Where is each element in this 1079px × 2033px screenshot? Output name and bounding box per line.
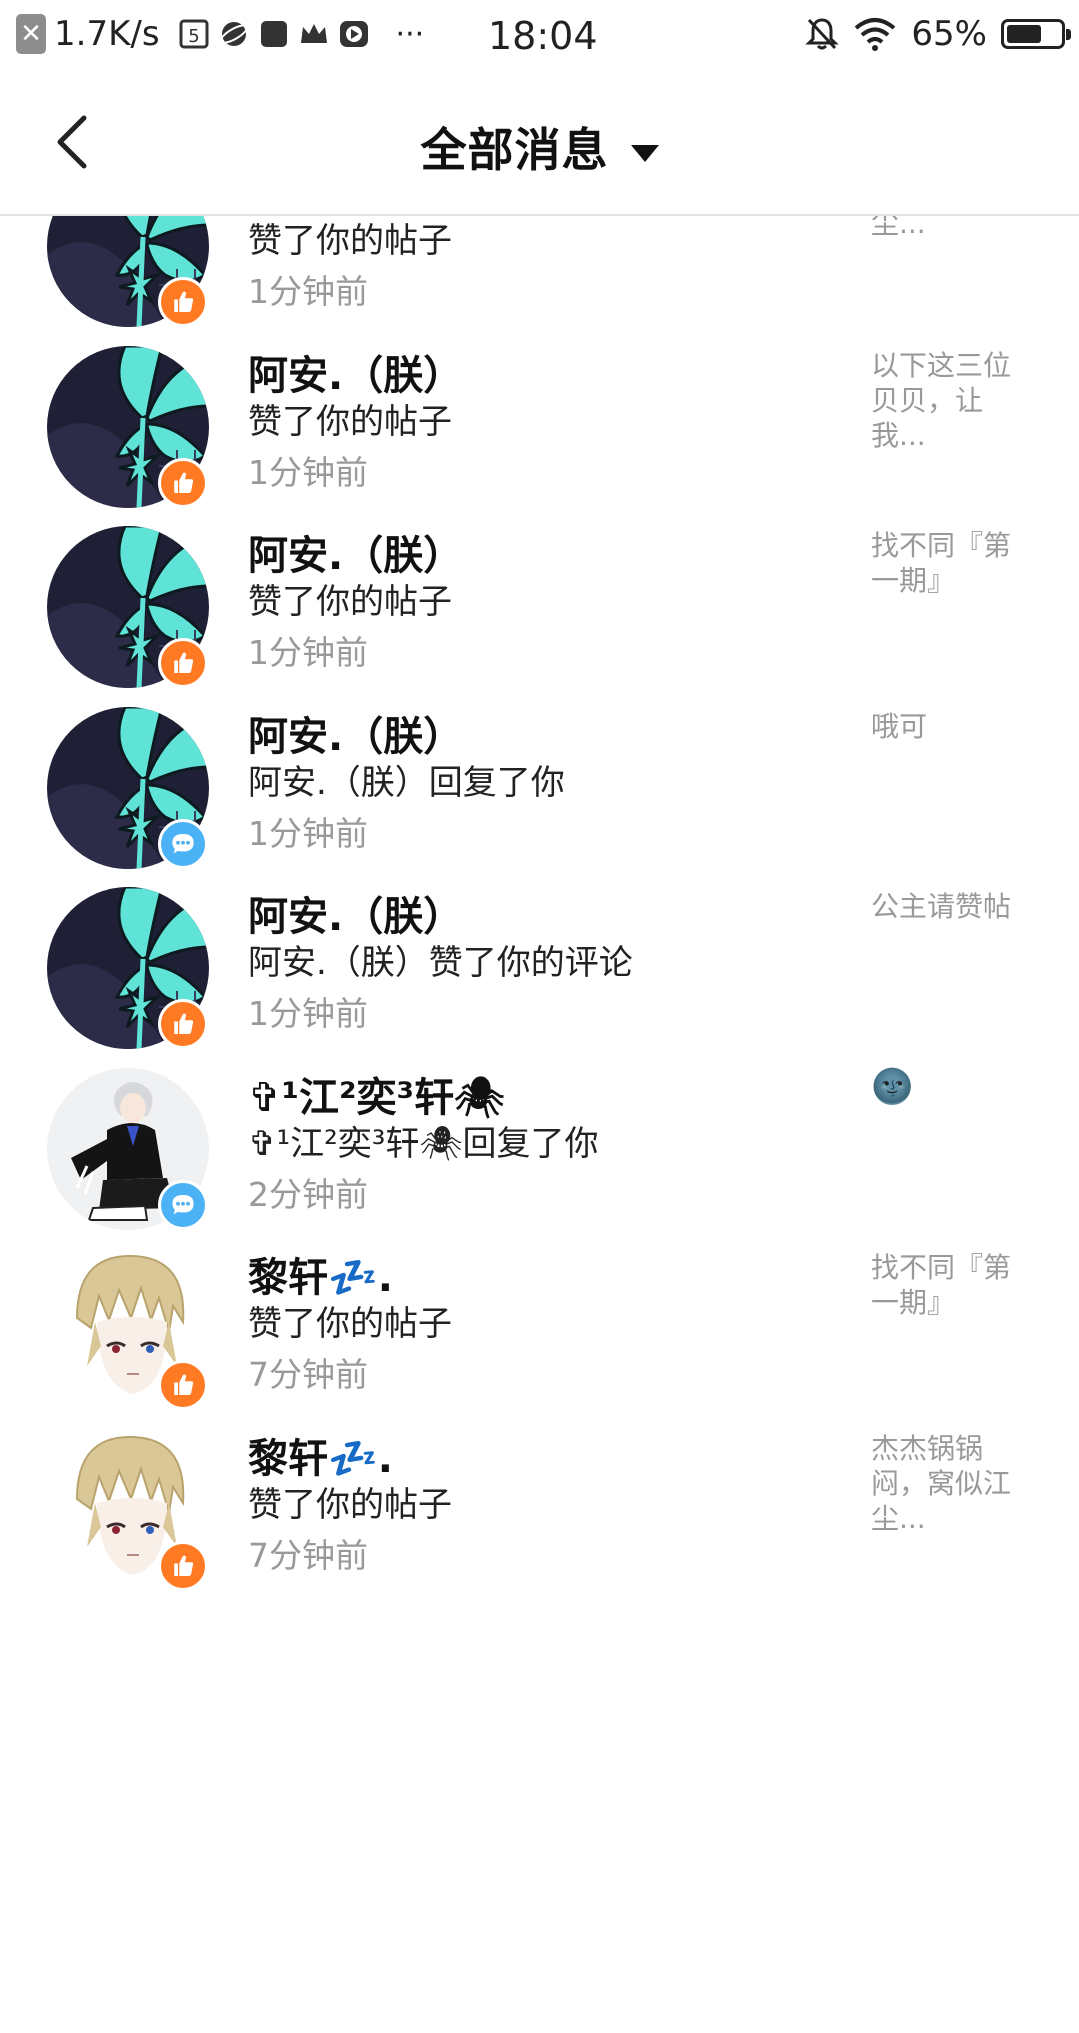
message-filter-dropdown[interactable]: 全部消息 — [0, 114, 1079, 180]
thumbs-up-icon — [158, 638, 208, 688]
post-preview[interactable]: 哦可 — [871, 709, 1031, 744]
post-preview[interactable]: 以下这三位贝贝，让我... — [871, 348, 1031, 453]
thumbs-up-icon — [158, 999, 208, 1049]
chat-bubble-icon — [158, 818, 208, 869]
sender-name[interactable]: ✞¹江²奕³轩🕷 — [248, 1065, 505, 1123]
post-preview[interactable]: 找不同『第一期』 — [871, 1250, 1031, 1320]
clock: 18:04 — [488, 14, 598, 58]
chat-bubble-icon — [158, 1179, 208, 1230]
crown-icon — [300, 24, 327, 43]
caret-down-icon — [630, 145, 659, 162]
app-notification-icon: 5 — [179, 19, 209, 49]
message-time: 1分钟前 — [248, 813, 368, 853]
header: 全部消息 — [0, 72, 1079, 216]
planet-icon — [219, 22, 248, 46]
message-time: 1分钟前 — [248, 452, 368, 492]
message-action: 阿安.（朕）赞了你的评论 — [248, 943, 633, 983]
thumbs-up-icon — [158, 457, 208, 508]
message-action: 赞了你的帖子 — [248, 1484, 452, 1525]
sender-name[interactable]: 黎轩💤. — [248, 1426, 393, 1484]
sender-name[interactable]: 阿安.（朕） — [248, 343, 463, 401]
video-play-icon — [339, 21, 368, 47]
message-action: ✞¹江²奕³轩🕷回复了你 — [248, 1123, 599, 1164]
message-time: 1分钟前 — [248, 272, 368, 311]
mute-bell-icon — [805, 18, 840, 50]
message-action: 赞了你的帖子 — [248, 401, 452, 442]
thumbs-up-icon — [158, 277, 208, 327]
battery-percent: 65% — [911, 14, 987, 54]
status-right: 65% — [805, 14, 1071, 54]
thumbs-up-icon — [158, 1540, 208, 1591]
app-square-icon — [260, 21, 287, 47]
network-speed: 1.7K/s — [54, 14, 160, 54]
message-time: 2分钟前 — [248, 1174, 368, 1214]
post-preview[interactable]: 杰杰锅锅闷，窝似江尘... — [871, 1431, 1031, 1536]
sender-name[interactable]: 阿安.（朕） — [248, 704, 463, 762]
page-title: 全部消息 — [420, 123, 609, 177]
message-action: 阿安.（朕）回复了你 — [248, 762, 565, 803]
message-list[interactable]: 阿安.（朕）赞了你的帖子1分钟前闷，窝似江尘...阿安.（朕）赞了你的帖子1分钟… — [0, 216, 1079, 2033]
close-notification-icon: ✕ — [16, 14, 46, 54]
status-left: ✕ 1.7K/s 5 ··· — [16, 14, 424, 54]
battery-level — [1007, 25, 1041, 43]
sender-name[interactable]: 阿安.（朕） — [248, 884, 463, 942]
battery-icon — [1001, 19, 1071, 49]
message-item[interactable]: 黎轩💤. 赞了你的帖子 7分钟前 杰杰锅锅闷，窝似江尘... — [0, 1429, 1079, 1663]
sender-name[interactable]: 阿安.（朕） — [248, 523, 463, 581]
wifi-icon — [855, 18, 896, 51]
status-bar: ✕ 1.7K/s 5 ··· 18:04 65% — [0, 0, 1079, 72]
post-preview[interactable]: 找不同『第一期』 — [871, 528, 1031, 598]
post-preview[interactable]: 🌚 — [871, 1069, 1031, 1105]
more-status-icon: ··· — [395, 16, 425, 52]
message-action: 赞了你的帖子 — [248, 582, 452, 622]
message-time: 1分钟前 — [248, 633, 368, 672]
message-action: 赞了你的帖子 — [248, 221, 452, 261]
message-time: 7分钟前 — [248, 1355, 368, 1394]
thumbs-up-icon — [158, 1360, 208, 1410]
post-preview[interactable]: 闷，窝似江尘... — [871, 216, 1031, 241]
sender-name[interactable]: 黎轩💤. — [248, 1245, 393, 1303]
message-time: 1分钟前 — [248, 994, 368, 1033]
message-time: 7分钟前 — [248, 1535, 368, 1575]
post-preview[interactable]: 公主请赞帖 — [871, 889, 1031, 924]
svg-text:5: 5 — [188, 26, 199, 47]
message-action: 赞了你的帖子 — [248, 1304, 452, 1344]
